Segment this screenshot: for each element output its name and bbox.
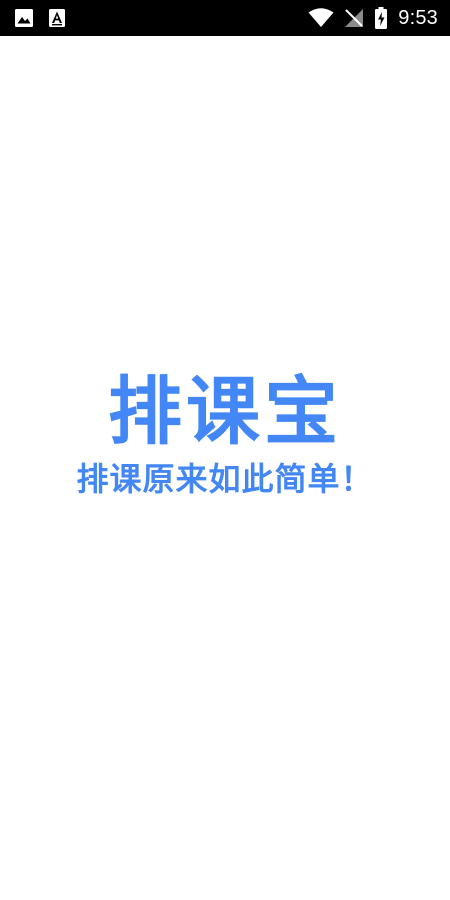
clock-time: 9:53: [398, 6, 438, 29]
status-bar: 9:53: [0, 0, 450, 36]
no-signal-icon: [344, 8, 364, 28]
battery-charging-icon: [374, 7, 388, 29]
status-bar-system: 9:53: [308, 6, 438, 30]
image-icon: [14, 8, 34, 28]
splash-branding: 排课宝 排课原来如此简单！: [0, 370, 450, 498]
wifi-icon: [308, 8, 334, 28]
splash-screen: 9:53 排课宝 排课原来如此简单！: [0, 0, 450, 900]
status-bar-notifications: [14, 7, 66, 29]
app-title: 排课宝: [108, 369, 342, 455]
a-text-icon: [48, 8, 66, 28]
app-slogan: 排课原来如此简单！: [76, 460, 374, 498]
